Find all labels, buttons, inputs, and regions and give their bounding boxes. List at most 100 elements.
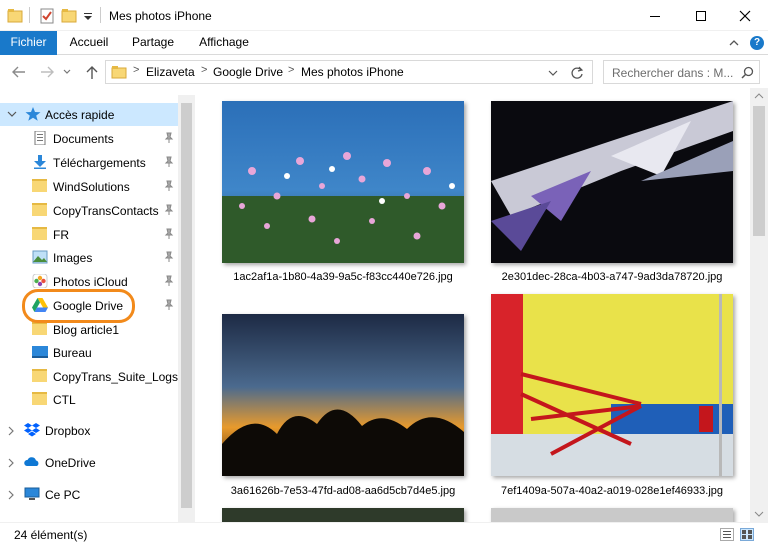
file-thumbnail[interactable] bbox=[222, 101, 464, 263]
new-folder-icon[interactable] bbox=[60, 6, 78, 26]
file-thumbnail[interactable] bbox=[491, 508, 733, 522]
sidebar-item-quick-access[interactable]: Accès rapide bbox=[0, 103, 178, 126]
address-bar[interactable]: > Elizaveta > Google Drive > Mes photos … bbox=[105, 60, 593, 84]
collapse-ribbon-icon[interactable] bbox=[728, 37, 740, 49]
chevron-down-icon[interactable] bbox=[548, 69, 558, 77]
sidebar-item-fr[interactable]: FR bbox=[0, 223, 178, 246]
scroll-up-icon[interactable] bbox=[754, 92, 764, 100]
icloud-photos-icon bbox=[32, 274, 48, 288]
folder-icon bbox=[111, 66, 127, 79]
back-button[interactable] bbox=[9, 62, 29, 82]
file-name[interactable]: 1ac2af1a-1b80-4a39-9a5c-f83cc440e726.jpg bbox=[212, 271, 474, 283]
large-icons-view-button[interactable] bbox=[740, 528, 754, 541]
sidebar-item-onedrive[interactable]: OneDrive bbox=[0, 451, 178, 474]
sidebar-item-label: Ce PC bbox=[45, 488, 81, 502]
tab-affichage[interactable]: Affichage bbox=[190, 31, 258, 55]
folder-icon bbox=[32, 369, 47, 382]
breadcrumb-separator[interactable]: > bbox=[288, 64, 294, 76]
file-thumbnail[interactable] bbox=[222, 508, 464, 522]
google-drive-highlight bbox=[22, 289, 135, 323]
file-thumbnail[interactable] bbox=[491, 294, 733, 476]
customize-toolbar-icon[interactable] bbox=[82, 6, 94, 26]
sidebar-item-label: Dropbox bbox=[45, 424, 91, 438]
breadcrumb-current[interactable]: Mes photos iPhone bbox=[301, 65, 404, 79]
file-name[interactable]: 2e301dec-28ca-4b03-a747-9ad3da78720.jpg bbox=[481, 271, 743, 283]
window-title: Mes photos iPhone bbox=[109, 9, 212, 23]
photo-flowers bbox=[222, 101, 464, 263]
star-icon bbox=[25, 107, 41, 121]
pin-icon bbox=[164, 180, 174, 191]
folder-icon bbox=[32, 392, 47, 405]
up-arrow-icon bbox=[86, 66, 98, 79]
sidebar-scrollbar-thumb[interactable] bbox=[181, 103, 192, 508]
refresh-icon[interactable] bbox=[570, 66, 584, 80]
sidebar-item-copytrans-suite-logs[interactable]: CopyTrans_Suite_Logs bbox=[0, 365, 178, 388]
help-icon[interactable]: ? bbox=[750, 36, 764, 50]
recent-locations-button[interactable] bbox=[60, 62, 74, 82]
sidebar-item-label: WindSolutions bbox=[53, 180, 130, 194]
sidebar-item-dropbox[interactable]: Dropbox bbox=[0, 419, 178, 442]
pin-icon bbox=[164, 204, 174, 215]
sidebar-item-windsolutions[interactable]: WindSolutions bbox=[0, 175, 178, 198]
search-icon[interactable] bbox=[741, 66, 754, 79]
sidebar-item-label: Images bbox=[53, 251, 93, 265]
file-thumbnail[interactable] bbox=[222, 314, 464, 476]
sidebar-item-copytranscontacts[interactable]: CopyTransContacts bbox=[0, 199, 178, 222]
chevron-right-icon[interactable] bbox=[7, 490, 15, 500]
search-input[interactable]: Rechercher dans : M... bbox=[603, 60, 760, 84]
onedrive-icon bbox=[24, 457, 39, 466]
photo-sunset bbox=[222, 314, 464, 476]
file-name[interactable]: 3a61626b-7e53-47fd-ad08-aa6d5cb7d4e5.jpg bbox=[212, 485, 474, 497]
breadcrumb-separator[interactable]: > bbox=[133, 64, 139, 76]
navigation-pane: Accès rapide Documents Téléchargements W… bbox=[0, 95, 195, 522]
pin-icon bbox=[164, 251, 174, 262]
breadcrumb-separator[interactable]: > bbox=[201, 64, 207, 76]
back-arrow-icon bbox=[12, 66, 25, 78]
sidebar-item-downloads[interactable]: Téléchargements bbox=[0, 151, 178, 174]
minimize-button[interactable] bbox=[632, 0, 678, 31]
folder-icon[interactable] bbox=[6, 6, 24, 26]
properties-icon[interactable] bbox=[38, 6, 56, 26]
close-icon bbox=[739, 10, 751, 21]
file-thumbnail[interactable] bbox=[491, 101, 733, 263]
content-scrollbar-thumb[interactable] bbox=[753, 106, 765, 236]
tab-fichier[interactable]: Fichier bbox=[0, 31, 57, 55]
photo-abstract bbox=[491, 101, 733, 263]
chevron-right-icon[interactable] bbox=[7, 458, 15, 468]
sidebar-item-label: Documents bbox=[53, 132, 114, 146]
status-bar: 24 élément(s) bbox=[0, 522, 768, 545]
sidebar-item-ctl[interactable]: CTL bbox=[0, 388, 178, 411]
download-icon bbox=[34, 155, 46, 169]
chevron-down-icon[interactable] bbox=[7, 110, 17, 118]
sidebar-item-documents[interactable]: Documents bbox=[0, 127, 178, 150]
breadcrumb-elizaveta[interactable]: Elizaveta bbox=[146, 65, 195, 79]
folder-icon bbox=[32, 179, 47, 192]
images-icon bbox=[32, 250, 48, 264]
forward-arrow-icon bbox=[41, 66, 54, 78]
dropbox-icon bbox=[24, 423, 40, 437]
breadcrumb-google-drive[interactable]: Google Drive bbox=[213, 65, 283, 79]
separator bbox=[29, 7, 30, 23]
separator bbox=[100, 7, 101, 23]
large-icons-view-icon bbox=[742, 530, 752, 539]
sidebar-item-label: CopyTransContacts bbox=[53, 204, 159, 218]
close-button[interactable] bbox=[722, 0, 768, 31]
sidebar-item-ce-pc[interactable]: Ce PC bbox=[0, 483, 178, 506]
sidebar-item-label: OneDrive bbox=[45, 456, 96, 470]
chevron-right-icon[interactable] bbox=[7, 426, 15, 436]
photo-red-stairs bbox=[491, 294, 733, 476]
forward-button[interactable] bbox=[37, 62, 57, 82]
folder-icon bbox=[32, 322, 47, 335]
scroll-down-icon[interactable] bbox=[754, 510, 764, 518]
file-name[interactable]: 7ef1409a-507a-40a2-a019-028e1ef46933.jpg bbox=[481, 485, 743, 497]
desktop-icon bbox=[32, 346, 48, 358]
details-view-button[interactable] bbox=[720, 528, 734, 541]
sidebar-item-images[interactable]: Images bbox=[0, 246, 178, 269]
sidebar-item-bureau[interactable]: Bureau bbox=[0, 341, 178, 364]
sidebar-item-label: Photos iCloud bbox=[53, 275, 128, 289]
documents-icon bbox=[34, 131, 46, 145]
tab-partage[interactable]: Partage bbox=[124, 31, 182, 55]
up-button[interactable] bbox=[82, 62, 102, 82]
maximize-button[interactable] bbox=[678, 0, 724, 31]
tab-accueil[interactable]: Accueil bbox=[60, 31, 118, 55]
